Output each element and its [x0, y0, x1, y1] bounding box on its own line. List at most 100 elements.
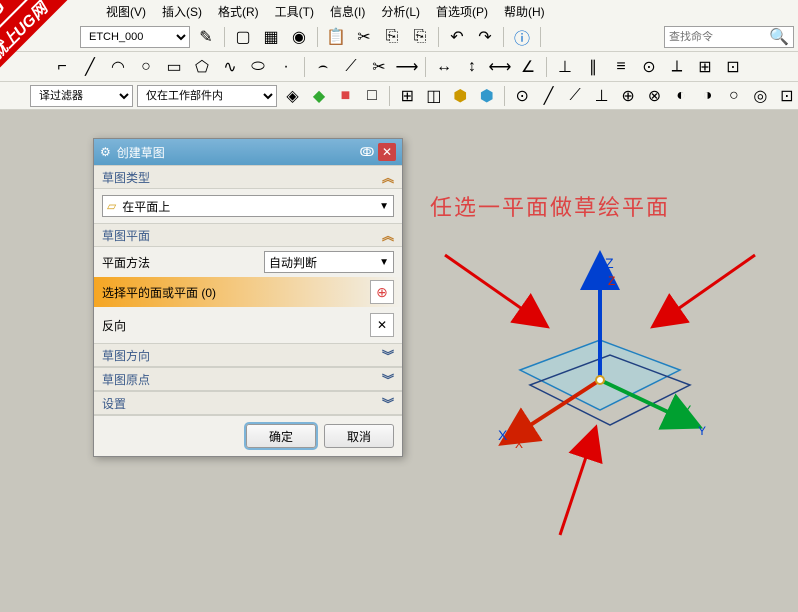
reverse-label: 反向 [102, 317, 126, 334]
chevron-down-icon: ︾ [382, 371, 394, 388]
section-sketch-plane[interactable]: 草图平面 ︽ [94, 223, 402, 247]
fillet-icon[interactable]: ⌢ [311, 55, 335, 79]
snap11-icon[interactable]: ⊡ [776, 84, 798, 108]
snap4-icon[interactable]: ⊥ [590, 84, 612, 108]
snap2-icon[interactable]: ╱ [537, 84, 559, 108]
x-axis-label: X [498, 427, 508, 443]
select-face-label: 选择平的面或平面 (0) [102, 284, 216, 301]
dim1-icon[interactable]: ↔ [432, 55, 456, 79]
dropdown-arrow-icon: ▼ [379, 257, 389, 268]
dialog-close-icon[interactable]: ✕ [378, 143, 396, 161]
snap9-icon[interactable]: ○ [723, 84, 745, 108]
menu-info[interactable]: 信息(I) [324, 1, 371, 22]
target-icon[interactable]: ⊕ [370, 280, 394, 304]
z-axis-label: Z [605, 255, 614, 271]
paste-icon[interactable]: 📋 [324, 25, 348, 49]
sel2-icon[interactable]: ◫ [423, 84, 445, 108]
copy2-icon[interactable]: ⎘ [408, 25, 432, 49]
ok-button[interactable]: 确定 [246, 424, 316, 448]
extend-icon[interactable]: ⟶ [395, 55, 419, 79]
menu-format[interactable]: 格式(R) [212, 1, 265, 22]
annotation-text: 任选一平面做草绘平面 [430, 190, 670, 222]
dim3-icon[interactable]: ⟷ [488, 55, 512, 79]
y-axis-label: Y [682, 402, 692, 418]
cut-icon[interactable]: ✂ [352, 25, 376, 49]
plane-method-dropdown[interactable]: 自动判断 ▼ [264, 251, 394, 273]
chevron-up-icon: ︽ [382, 227, 394, 244]
filter-scope-dropdown[interactable]: 仅在工作部件内 [137, 85, 277, 107]
constrain7-icon[interactable]: ⊡ [721, 55, 745, 79]
cylinder-icon[interactable]: ◉ [287, 25, 311, 49]
trim-icon[interactable]: ✂ [367, 55, 391, 79]
cancel-button[interactable]: 取消 [324, 424, 394, 448]
sel1-icon[interactable]: ⊞ [396, 84, 418, 108]
redo-icon[interactable]: ↷ [473, 25, 497, 49]
annotation-arrow-3 [540, 420, 620, 540]
dim4-icon[interactable]: ∠ [516, 55, 540, 79]
dialog-titlebar[interactable]: ⚙ 创建草图 ↂ ✕ [94, 139, 402, 165]
svg-text:X: X [515, 437, 523, 451]
menu-bar: 视图(V) 插入(S) 格式(R) 工具(T) 信息(I) 分析(L) 首选项(… [0, 0, 798, 22]
filter-btn2-icon[interactable]: ◆ [308, 84, 330, 108]
constrain6-icon[interactable]: ⊞ [693, 55, 717, 79]
sketch-icon[interactable]: ✎ [194, 25, 218, 49]
dim2-icon[interactable]: ↕ [460, 55, 484, 79]
section-sketch-orient[interactable]: 草图方向 ︾ [94, 343, 402, 367]
dialog-title: 创建草图 [117, 144, 165, 161]
menu-help[interactable]: 帮助(H) [498, 1, 551, 22]
point-icon[interactable]: · [274, 55, 298, 79]
filter-btn1-icon[interactable]: ◈ [281, 84, 303, 108]
rect-icon[interactable]: ▭ [162, 55, 186, 79]
create-sketch-dialog: ⚙ 创建草图 ↂ ✕ 草图类型 ︽ ▱ 在平面上 ▼ 草图平面 ︽ 平面方法 自… [93, 138, 403, 457]
dialog-minimize-icon[interactable]: ↂ [358, 143, 376, 161]
undo-icon[interactable]: ↶ [445, 25, 469, 49]
ribbon-line2: 学UG就上UG网 [0, 0, 70, 110]
svg-text:Z: Z [608, 274, 615, 288]
snap8-icon[interactable]: ◑ [696, 84, 718, 108]
select-face-row[interactable]: 选择平的面或平面 (0) ⊕ [94, 277, 402, 307]
filter-btn3-icon[interactable]: ■ [334, 84, 356, 108]
menu-analyze[interactable]: 分析(L) [375, 1, 426, 22]
section-sketch-origin[interactable]: 草图原点 ︾ [94, 367, 402, 391]
copy-icon[interactable]: ⎘ [380, 25, 404, 49]
sel4-icon[interactable]: ⬢ [476, 84, 498, 108]
spline-icon[interactable]: ∿ [218, 55, 242, 79]
cube-icon[interactable]: ▢ [231, 25, 255, 49]
chevron-down-icon: ︾ [382, 347, 394, 364]
chevron-up-icon: ︽ [382, 169, 394, 186]
chevron-down-icon: ︾ [382, 395, 394, 412]
constrain5-icon[interactable]: ⟂ [665, 55, 689, 79]
info-icon[interactable]: ⓘ [510, 25, 534, 49]
menu-tools[interactable]: 工具(T) [269, 1, 320, 22]
snap3-icon[interactable]: ⟋ [564, 84, 586, 108]
sketch-type-dropdown[interactable]: ▱ 在平面上 ▼ [102, 195, 394, 217]
snap6-icon[interactable]: ⊗ [643, 84, 665, 108]
menu-prefs[interactable]: 首选项(P) [430, 1, 494, 22]
plane-method-label: 平面方法 [102, 254, 150, 271]
command-search-input[interactable] [669, 31, 769, 43]
chamfer-icon[interactable]: ⟋ [339, 55, 363, 79]
constrain2-icon[interactable]: ∥ [581, 55, 605, 79]
ellipse-icon[interactable]: ⬭ [246, 55, 270, 79]
cube2-icon[interactable]: ▦ [259, 25, 283, 49]
poly-icon[interactable]: ⬠ [190, 55, 214, 79]
snap1-icon[interactable]: ⊙ [511, 84, 533, 108]
filter-btn4-icon[interactable]: □ [361, 84, 383, 108]
snap5-icon[interactable]: ⊕ [617, 84, 639, 108]
sel3-icon[interactable]: ⬢ [449, 84, 471, 108]
section-sketch-type[interactable]: 草图类型 ︽ [94, 165, 402, 189]
snap7-icon[interactable]: ◐ [670, 84, 692, 108]
annotation-arrow-2 [640, 250, 760, 340]
snap10-icon[interactable]: ◎ [749, 84, 771, 108]
constrain3-icon[interactable]: ≡ [609, 55, 633, 79]
menu-view[interactable]: 视图(V) [100, 1, 152, 22]
gear-icon: ⚙ [100, 145, 111, 159]
dropdown-arrow-icon: ▼ [379, 201, 389, 212]
menu-insert[interactable]: 插入(S) [156, 1, 208, 22]
command-search[interactable]: 🔍 [664, 26, 794, 48]
constrain4-icon[interactable]: ⊙ [637, 55, 661, 79]
constrain1-icon[interactable]: ⊥ [553, 55, 577, 79]
section-settings[interactable]: 设置 ︾ [94, 391, 402, 415]
search-icon[interactable]: 🔍 [769, 27, 789, 47]
reverse-direction-button[interactable]: ✕ [370, 313, 394, 337]
